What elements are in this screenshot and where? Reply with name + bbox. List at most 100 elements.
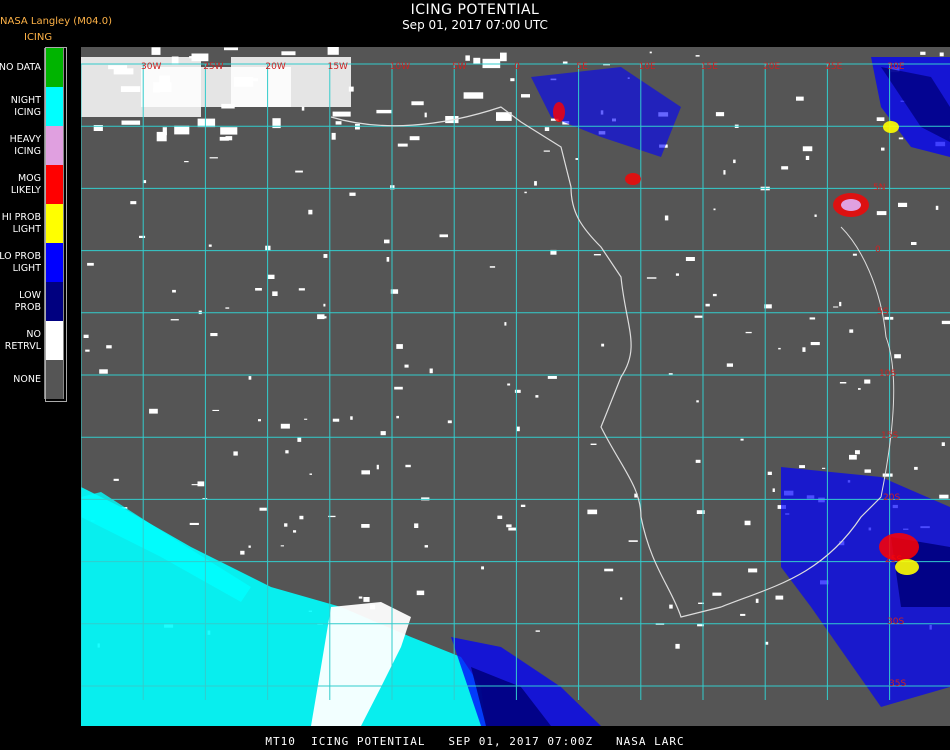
cloud-speck [184, 161, 189, 163]
cloud-speck [712, 293, 717, 297]
cloud-speck [209, 157, 218, 159]
longitude-label: 25E [825, 62, 842, 72]
cloud-speck [414, 523, 419, 528]
cloud-speck [882, 473, 893, 477]
cloud-speck [405, 464, 411, 468]
cloud-speck [447, 420, 452, 424]
legend-swatch [44, 165, 64, 204]
cloud-speck [87, 262, 94, 266]
cloud-speck [504, 322, 507, 326]
legend-label: NO RETRVL [4, 328, 41, 352]
cloud-speck [740, 613, 746, 616]
cloud-speck [332, 111, 351, 117]
cloud-speck [544, 127, 550, 131]
cloud-speck [323, 254, 328, 258]
cloud-speck [765, 641, 769, 645]
cloud-speck [713, 208, 716, 211]
legend-swatch [44, 48, 64, 87]
cloud-speck [535, 395, 539, 398]
cloud-speck [225, 307, 230, 309]
longitude-label: 5W [452, 62, 467, 72]
legend-item-night-icing: NIGHT ICING [0, 87, 66, 126]
cloud-speck [755, 598, 759, 603]
cloud-speck [520, 504, 526, 507]
map-canvas: 30W25W20W15W10W5W05E10E15E20E25E30E35E5N… [81, 47, 950, 726]
cloud-speck [767, 471, 772, 475]
cloud-speck [516, 426, 520, 432]
cloud-speck [802, 146, 813, 152]
legend-label: NO DATA [0, 61, 41, 73]
cloud-speck [280, 545, 284, 547]
cloud-speck [506, 524, 512, 528]
cloud-speck [705, 303, 710, 307]
legend-swatch [44, 282, 64, 321]
cloud-speck [162, 127, 167, 136]
cloud-speck [358, 596, 363, 599]
cloud-speck [543, 150, 550, 152]
cloud-speck [649, 51, 652, 54]
cloud-speck [121, 120, 141, 125]
legend-swatch [44, 360, 64, 399]
cloud-speck [397, 143, 408, 147]
longitude-label: 0 [514, 62, 520, 72]
cloud-speck [83, 334, 89, 338]
cloud-speck [695, 55, 700, 57]
cloud-speck [839, 301, 842, 307]
cloud-speck [328, 515, 336, 518]
cloud-speck [876, 211, 887, 216]
cloud-speck [331, 132, 336, 140]
cloud-speck [295, 170, 303, 173]
cloud-speck [293, 530, 297, 533]
legend: NO DATA NIGHT ICING HEAVY ICING MOG LIKE… [0, 48, 66, 399]
cloud-speck [424, 112, 427, 118]
cloud-speck [172, 289, 176, 293]
cloud-speck [799, 465, 805, 469]
cloud-speck [939, 52, 944, 57]
legend-swatch [44, 126, 64, 165]
cloud-speck [696, 400, 699, 403]
cloud-speck [259, 507, 267, 511]
cloud-speck [170, 319, 179, 321]
cloud-speck [272, 291, 278, 296]
legend-item-heavy-icing: HEAVY ICING [0, 126, 66, 165]
cloud-speck [394, 386, 403, 390]
cloud-speck [308, 209, 313, 215]
cloud-speck [210, 333, 218, 337]
cloud-speck [174, 125, 190, 135]
legend-label: LO PROB LIGHT [0, 250, 41, 274]
cloud-speck [781, 166, 789, 170]
cloud-speck [149, 408, 158, 414]
cloud-speck [304, 418, 308, 420]
cloud-speck [726, 363, 733, 367]
cloud-speck [424, 545, 428, 548]
cloud-speck [772, 488, 775, 492]
cloud-speck [361, 524, 370, 528]
cloud-speck [380, 431, 386, 436]
cloud-speck [802, 347, 806, 352]
cloud-speck [411, 101, 424, 106]
timestamp: Sep 01, 2017 07:00 UTC [402, 18, 548, 32]
cloud-speck [85, 349, 90, 352]
cloud-speck [208, 244, 212, 247]
cloud-speck [396, 344, 403, 349]
cloud-speck [822, 467, 826, 469]
longitude-label: 15W [328, 62, 348, 72]
cloud-speck [463, 92, 484, 99]
cloud-speck [297, 437, 302, 442]
cloud-speck [920, 51, 926, 55]
cloud-speck [601, 343, 605, 347]
longitude-label: 30E [887, 62, 904, 72]
cloud-speck [858, 388, 861, 390]
cloud-speck [911, 242, 917, 245]
legend-label: MOG LIKELY [10, 172, 41, 196]
cloud-speck [723, 170, 726, 175]
cloud-speck [587, 509, 598, 515]
cloud-speck [914, 466, 918, 470]
cloud-speck [139, 235, 146, 238]
cloud-speck [669, 604, 673, 609]
cloud-speck [465, 55, 470, 61]
cloud-speck [604, 568, 614, 572]
latitude-label: 5S [877, 307, 889, 317]
longitude-label: 5E [576, 62, 588, 72]
cloud-speck [482, 58, 501, 69]
